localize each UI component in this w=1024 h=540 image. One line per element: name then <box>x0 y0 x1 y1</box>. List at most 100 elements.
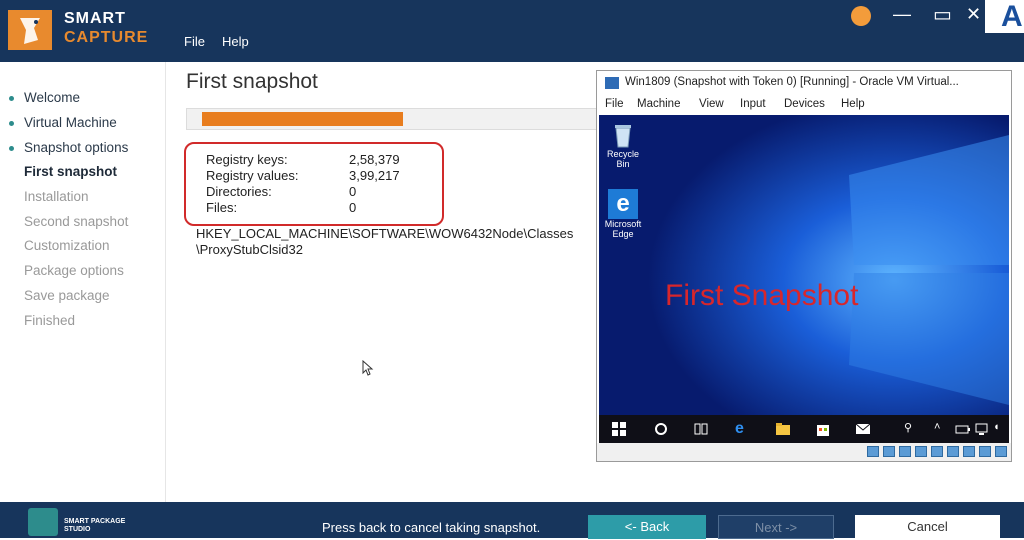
edge-label: Microsoft Edge <box>604 219 642 239</box>
audio-status-icon[interactable] <box>899 446 911 457</box>
step-first-snapshot: First snapshot <box>24 164 117 179</box>
desktop-icon-edge[interactable]: e Microsoft Edge <box>603 189 643 239</box>
people-icon[interactable]: ⚲ <box>904 421 920 437</box>
windows-start-icon[interactable] <box>611 421 627 437</box>
step-finished: Finished <box>24 313 75 328</box>
step-package-options: Package options <box>24 263 124 278</box>
virtualbox-icon <box>605 77 619 89</box>
step-label: Finished <box>24 313 76 328</box>
main-panel: First snapshot Registry keys: 2,58,379 R… <box>166 62 766 502</box>
virtualbox-window[interactable]: Win1809 (Snapshot with Token 0) [Running… <box>596 70 1012 462</box>
external-corner-panel: A <box>985 0 1024 33</box>
mouse-pointer-icon <box>362 359 374 381</box>
stat-value-registry-keys: 2,58,379 <box>349 152 400 167</box>
app-header: SMART CAPTURE File Help — ▭ ✕ <box>0 0 985 62</box>
wizard-steps-sidebar: Welcome Virtual Machine Snapshot options… <box>0 62 166 502</box>
app-logo-text: SMART CAPTURE <box>64 9 148 47</box>
menu-help[interactable]: Help <box>222 34 249 49</box>
task-view-icon[interactable] <box>693 421 709 437</box>
volume-icon[interactable]: ◖ <box>993 421 1009 437</box>
first-snapshot-overlay-label: First Snapshot <box>665 279 859 312</box>
minimize-icon[interactable]: — <box>893 4 911 25</box>
close-icon[interactable]: ✕ <box>966 4 981 25</box>
mail-icon[interactable] <box>855 421 871 437</box>
vm-menu-input[interactable]: Input <box>740 98 766 110</box>
step-dot-icon <box>9 121 14 126</box>
recording-status-icon[interactable] <box>979 446 991 457</box>
file-explorer-icon[interactable] <box>775 421 791 437</box>
cancel-button[interactable]: Cancel <box>855 515 1000 539</box>
desktop-icon-recycle-bin[interactable]: Recycle Bin <box>603 121 643 169</box>
mouse-integration-status-icon[interactable] <box>995 446 1007 457</box>
stat-label-registry-keys: Registry keys: <box>206 152 288 167</box>
logo-line1: SMART <box>64 10 126 27</box>
footer-brand-line2: STUDIO <box>64 526 91 533</box>
step-label: First snapshot <box>24 164 118 179</box>
step-welcome: Welcome <box>9 90 81 105</box>
step-label: Virtual Machine <box>24 115 117 130</box>
tray-chevron-icon[interactable]: ˄ <box>934 421 950 437</box>
smart-package-studio-logo-icon <box>28 508 58 536</box>
registry-path-line2: \ProxyStubClsid32 <box>196 242 303 257</box>
vm-menu-file[interactable]: File <box>605 98 624 110</box>
wizard-footer: SMART PACKAGE STUDIO Press back to cance… <box>0 502 1024 539</box>
step-label: Snapshot options <box>24 140 129 155</box>
next-button[interactable]: Next -> <box>718 515 834 539</box>
battery-icon <box>955 421 971 437</box>
logo-line2: CAPTURE <box>64 29 149 46</box>
corner-letter: A <box>1001 0 1023 33</box>
stat-label-registry-values: Registry values: <box>206 168 299 183</box>
stat-label-files: Files: <box>206 200 238 215</box>
current-registry-path: HKEY_LOCAL_MACHINE\SOFTWARE\WOW6432Node\… <box>196 226 573 258</box>
footer-message: Press back to cancel taking snapshot. <box>322 520 541 535</box>
snapshot-stats-box: Registry keys: 2,58,379 Registry values:… <box>184 142 444 226</box>
menu-file[interactable]: File <box>184 34 205 49</box>
step-installation: Installation <box>24 189 89 204</box>
vm-window-title: Win1809 (Snapshot with Token 0) [Running… <box>625 76 959 88</box>
cortana-search-icon[interactable] <box>653 421 669 437</box>
network-status-icon[interactable] <box>915 446 927 457</box>
edge-icon: e <box>608 189 638 219</box>
progress-fill <box>202 112 403 126</box>
step-second-snapshot: Second snapshot <box>24 214 128 229</box>
display-status-icon[interactable] <box>963 446 975 457</box>
shared-folders-status-icon[interactable] <box>947 446 959 457</box>
vm-menu-help[interactable]: Help <box>841 98 865 110</box>
step-label: Second snapshot <box>24 214 129 229</box>
footer-brand: SMART PACKAGE STUDIO <box>64 518 125 534</box>
maximize-icon[interactable]: ▭ <box>933 2 952 27</box>
usb-status-icon[interactable] <box>931 446 943 457</box>
stat-value-directories: 0 <box>349 184 357 199</box>
recycle-bin-label: Recycle Bin <box>606 149 639 169</box>
optical-drive-status-icon[interactable] <box>883 446 895 457</box>
registry-path-line1: HKEY_LOCAL_MACHINE\SOFTWARE\WOW6432Node\… <box>196 226 574 241</box>
network-icon[interactable] <box>975 421 991 437</box>
vm-menu-machine[interactable]: Machine <box>637 98 680 110</box>
hard-disk-status-icon[interactable] <box>867 446 879 457</box>
step-label: Welcome <box>24 90 81 105</box>
step-dot-icon <box>9 96 14 101</box>
vm-menu-devices[interactable]: Devices <box>784 98 825 110</box>
external-corner-strip <box>985 33 1024 62</box>
vm-menu-view[interactable]: View <box>699 98 724 110</box>
step-customization: Customization <box>24 238 110 253</box>
step-label: Installation <box>24 189 89 204</box>
stat-label-directories: Directories: <box>206 184 272 199</box>
step-label: Customization <box>24 238 110 253</box>
back-button[interactable]: <- Back <box>588 515 706 539</box>
step-dot-icon <box>9 146 14 151</box>
smart-capture-logo-icon <box>8 10 52 50</box>
windows-wallpaper <box>599 115 1009 415</box>
vm-status-bar <box>597 443 1011 461</box>
step-label: Package options <box>24 263 124 278</box>
vm-title-bar[interactable]: Win1809 (Snapshot with Token 0) [Running… <box>597 71 1011 95</box>
step-virtual-machine: Virtual Machine <box>9 115 117 130</box>
guest-desktop[interactable]: Recycle Bin e Microsoft Edge First Snaps… <box>599 115 1009 415</box>
step-save-package: Save package <box>24 288 110 303</box>
user-account-icon[interactable] <box>851 6 871 26</box>
edge-taskbar-icon[interactable]: e <box>735 421 751 437</box>
stat-value-registry-values: 3,99,217 <box>349 168 400 183</box>
stat-value-files: 0 <box>349 200 357 215</box>
recycle-bin-icon <box>609 121 637 149</box>
store-icon[interactable] <box>815 421 831 437</box>
